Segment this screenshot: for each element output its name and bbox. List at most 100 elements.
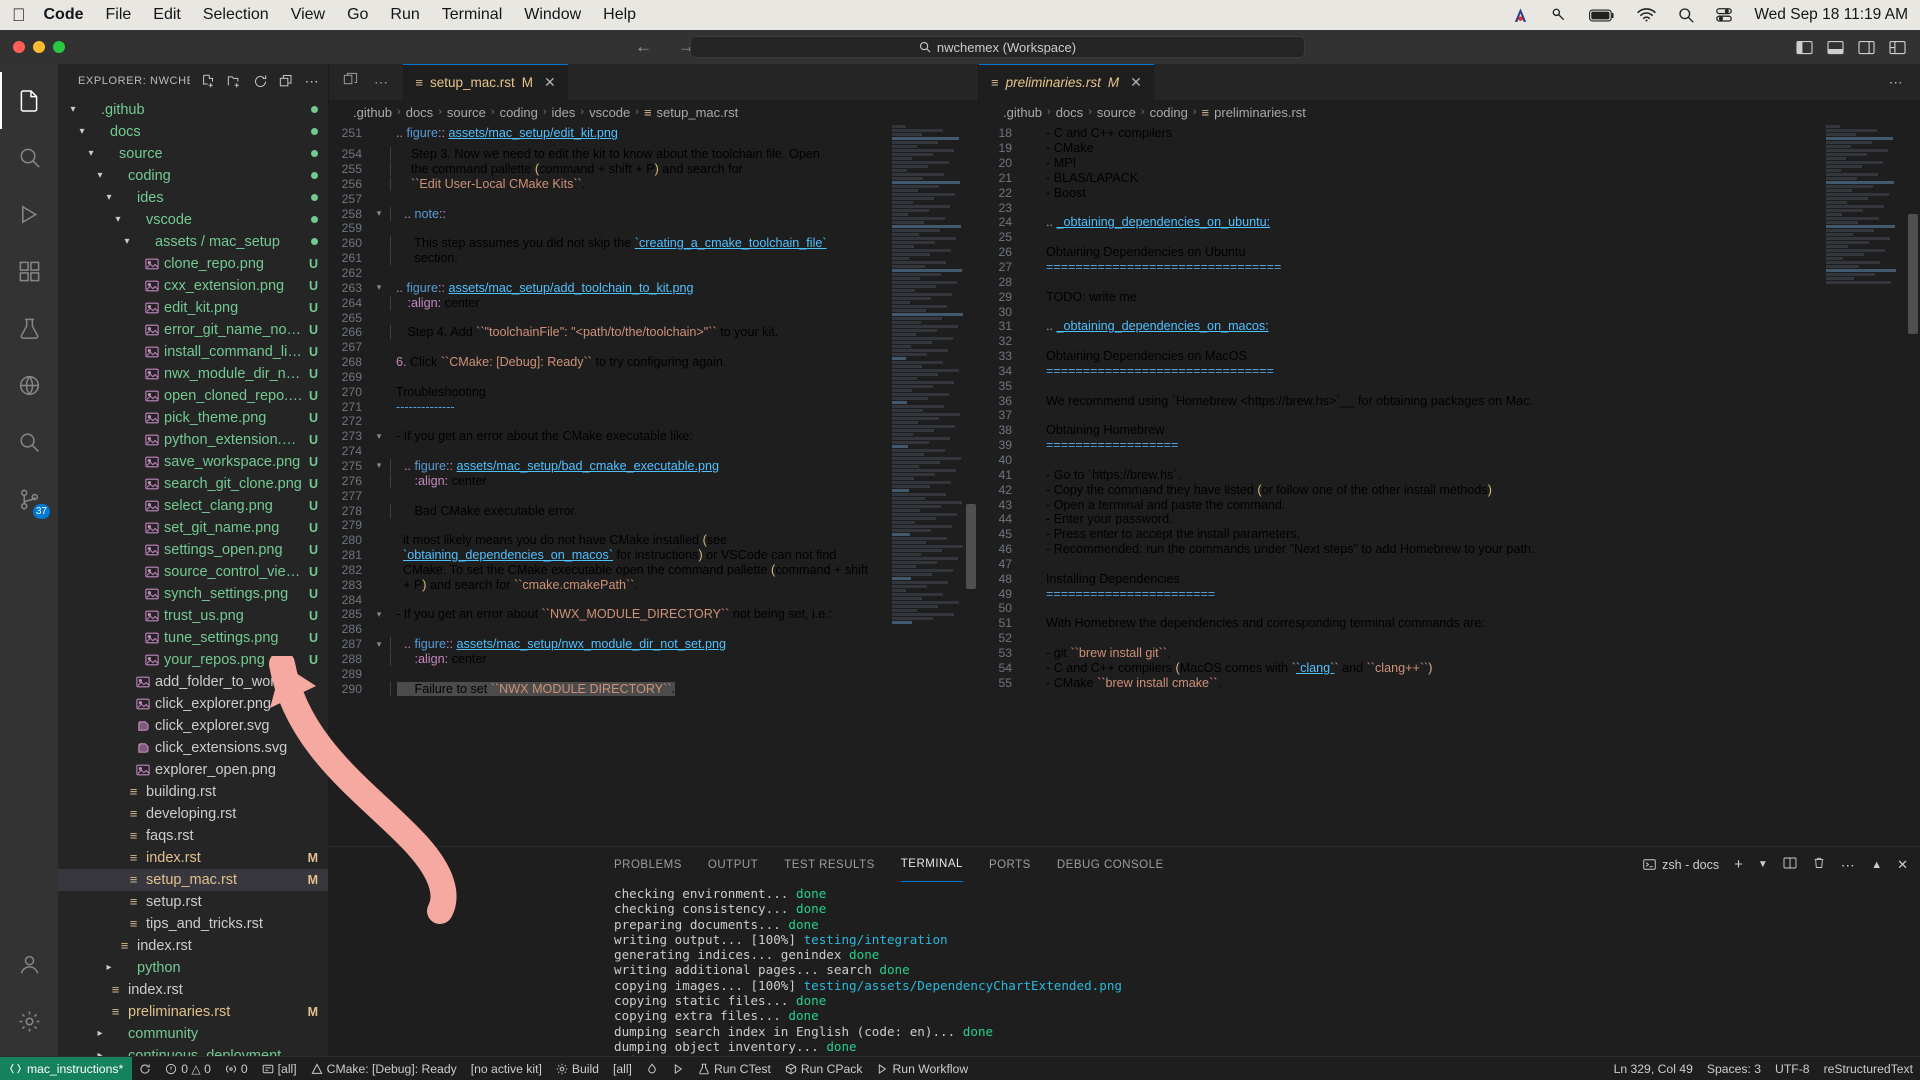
code-editor-left[interactable]: 251 .. figure:: assets/mac_setup/edit_kit… <box>329 124 978 846</box>
minimap-right[interactable] <box>1820 124 1906 846</box>
code-line[interactable]: 51 With Homebrew the dependencies and cor… <box>979 616 1920 631</box>
code-line[interactable]: 273 ▾ - If you get an error about the CMak… <box>329 429 978 444</box>
activity-item-testing[interactable] <box>0 300 58 357</box>
tree-file-tune-settings-png[interactable]: tune_settings.png U <box>58 627 328 649</box>
code-line[interactable]: 251 .. figure:: assets/mac_setup/edit_kit… <box>329 126 978 141</box>
tree-file-building-rst[interactable]: ≡ building.rst <box>58 781 328 803</box>
minimap-left[interactable] <box>886 124 964 846</box>
tree-file-install-command-line-t-[interactable]: install_command_line_t... U <box>58 341 328 363</box>
close-window-button[interactable] <box>13 41 25 53</box>
code-line[interactable]: 264 :align: center <box>329 295 978 310</box>
status-item-all[interactable]: [all] <box>255 1057 304 1080</box>
breadcrumb-segment[interactable]: docs <box>406 105 433 120</box>
tree-folder-python[interactable]: ▸ python <box>58 957 328 979</box>
status-item-run-ctest[interactable]: Run CTest <box>691 1057 778 1080</box>
breadcrumb-segment[interactable]: .github <box>1003 105 1042 120</box>
kill-terminal-icon[interactable] <box>1812 856 1826 873</box>
code-line[interactable]: 18 - C and C++ compilers <box>979 126 1920 141</box>
code-line[interactable]: 30 <box>979 304 1920 319</box>
code-line[interactable]: 20 - MPI <box>979 156 1920 171</box>
code-line[interactable]: 259 <box>329 221 978 236</box>
back-arrow-icon[interactable]: ← <box>635 37 652 57</box>
breadcrumb-segment[interactable]: vscode <box>589 105 630 120</box>
status-item-build[interactable]: Build <box>549 1057 606 1080</box>
atom-icon[interactable] <box>1512 7 1529 24</box>
tree-file-set-git-name-png[interactable]: set_git_name.png U <box>58 517 328 539</box>
toggle-primary-sidebar-icon[interactable] <box>1796 40 1813 55</box>
tree-folder-ides[interactable]: ▾ ides <box>58 187 328 209</box>
activity-item-search[interactable] <box>0 129 58 186</box>
tree-file-search-git-clone-png[interactable]: search_git_clone.png U <box>58 473 328 495</box>
more-actions-icon[interactable]: ⋯ <box>1841 858 1856 872</box>
code-line[interactable]: 39 ================== <box>979 438 1920 453</box>
twisty-icon[interactable]: ▾ <box>84 148 98 159</box>
tree-file-edit-kit-png[interactable]: edit_kit.png U <box>58 297 328 319</box>
tree-file-save-workspace-png[interactable]: save_workspace.png U <box>58 451 328 473</box>
code-line[interactable]: 38 Obtaining Homebrew <box>979 423 1920 438</box>
code-line[interactable]: 44 - Enter your password. <box>979 512 1920 527</box>
tree-file-faqs-rst[interactable]: ≡ faqs.rst <box>58 825 328 847</box>
split-terminal-icon[interactable] <box>1783 856 1797 873</box>
tree-file-clone-repo-png[interactable]: clone_repo.png U <box>58 253 328 275</box>
status-item-0-0[interactable]: 0 △ 0 <box>158 1057 218 1080</box>
code-line[interactable]: 287 ▾ .. figure:: assets/mac_setup/nwx_mo… <box>329 637 978 652</box>
code-line[interactable]: 37 <box>979 408 1920 423</box>
status-remote-indicator[interactable]: mac_instructions* <box>0 1056 133 1080</box>
status-item-ln-329-col-49[interactable]: Ln 329, Col 49 <box>1607 1057 1700 1080</box>
panel-tab-ports[interactable]: PORTS <box>989 847 1031 882</box>
status-item-run-workflow[interactable]: Run Workflow <box>869 1057 975 1080</box>
breadcrumb-segment[interactable]: ≡ preliminaries.rst <box>1202 105 1306 120</box>
code-line[interactable]: 258 ▾ .. note:: <box>329 206 978 221</box>
code-line[interactable]: 31 .. _obtaining_dependencies_on_macos: <box>979 319 1920 334</box>
tree-file-cxx-extension-png[interactable]: cxx_extension.png U <box>58 275 328 297</box>
breadcrumb-segment[interactable]: ≡ setup_mac.rst <box>644 105 738 120</box>
panel-tab-output[interactable]: OUTPUT <box>708 847 758 882</box>
code-line[interactable]: 28 <box>979 274 1920 289</box>
code-line[interactable]: 35 <box>979 378 1920 393</box>
menu-item-file[interactable]: File <box>106 6 132 24</box>
tree-file-index-rst[interactable]: ≡ index.rst M <box>58 847 328 869</box>
tree-file-error-git-name-not-set-[interactable]: error_git_name_not_set... U <box>58 319 328 341</box>
breadcrumb-segment[interactable]: coding <box>1150 105 1188 120</box>
code-line[interactable]: 26 Obtaining Dependencies on Ubuntu <box>979 245 1920 260</box>
code-line[interactable]: 290 Failure to set ``NWX MODULE DIRECTOR… <box>329 681 978 696</box>
code-line[interactable]: 19 - CMake <box>979 141 1920 156</box>
twisty-icon[interactable]: ▾ <box>66 104 80 115</box>
fold-indicator[interactable]: ▾ <box>371 639 387 650</box>
code-line[interactable]: 41 - Go to `https://brew.hs`. <box>979 467 1920 482</box>
more-actions-icon[interactable]: ⋯ <box>374 75 389 89</box>
twisty-icon[interactable]: ▾ <box>111 214 125 225</box>
activity-item-extensions[interactable] <box>0 243 58 300</box>
activity-item-settings[interactable] <box>0 993 58 1050</box>
tree-folder-source[interactable]: ▾ source <box>58 143 328 165</box>
tree-folder-community[interactable]: ▸ community <box>58 1023 328 1045</box>
menu-bar-clock[interactable]: Wed Sep 18 11:19 AM <box>1754 6 1908 24</box>
code-line[interactable]: 272 <box>329 414 978 429</box>
code-line[interactable]: 284 <box>329 592 978 607</box>
collapse-all-icon[interactable] <box>279 74 294 89</box>
fold-indicator[interactable]: ▾ <box>371 208 387 219</box>
activity-item-remote-explorer[interactable] <box>0 357 58 414</box>
tree-file-source-control-view-png[interactable]: source_control_view.png U <box>58 561 328 583</box>
customize-layout-icon[interactable] <box>1889 40 1906 55</box>
code-line[interactable]: 53 - git ``brew install git``. <box>979 646 1920 661</box>
menu-item-selection[interactable]: Selection <box>203 6 269 24</box>
activity-item-source-control[interactable]: 37 <box>0 471 58 528</box>
code-line[interactable]: 260 This step assumes you did not skip t… <box>329 236 978 251</box>
tree-file-open-cloned-repo-png[interactable]: open_cloned_repo.png U <box>58 385 328 407</box>
code-line[interactable]: 27 ================================ <box>979 260 1920 275</box>
status-item-run-cpack[interactable]: Run CPack <box>778 1057 870 1080</box>
menu-item-go[interactable]: Go <box>347 6 368 24</box>
code-line[interactable]: 281 `obtaining_dependencies_on_macos` fo… <box>329 548 978 563</box>
twisty-icon[interactable]: ▾ <box>102 192 116 203</box>
fold-indicator[interactable]: ▾ <box>371 460 387 471</box>
tab-setup-mac-rst[interactable]: ≡ setup_mac.rst M ✕ <box>403 64 568 100</box>
tree-file-nwx-module-dir-not-se-[interactable]: nwx_module_dir_not_se... U <box>58 363 328 385</box>
twisty-icon[interactable]: ▸ <box>102 962 116 973</box>
code-line[interactable]: 280 it most likely means you do not have… <box>329 533 978 548</box>
more-actions-icon[interactable]: ⋯ <box>1889 75 1904 89</box>
code-line[interactable]: 269 <box>329 370 978 385</box>
close-panel-icon[interactable]: ✕ <box>1897 857 1908 873</box>
code-line[interactable]: 24 .. _obtaining_dependencies_on_ubuntu: <box>979 215 1920 230</box>
minimize-window-button[interactable] <box>33 41 45 53</box>
